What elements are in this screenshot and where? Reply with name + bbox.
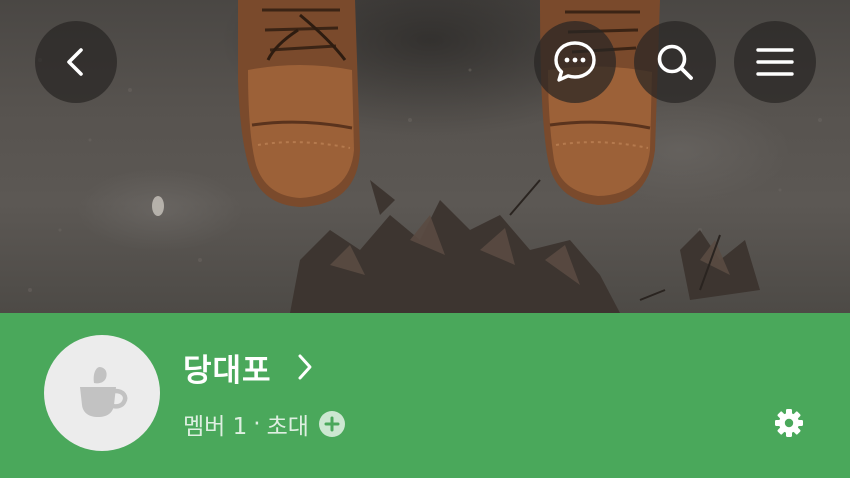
chevron-left-icon xyxy=(67,48,83,76)
chat-bubble-icon xyxy=(554,41,596,82)
group-name: 당대포 xyxy=(183,352,272,389)
member-count[interactable]: 멤버 1 xyxy=(183,407,247,441)
search-icon xyxy=(657,44,693,80)
plus-icon xyxy=(318,411,345,437)
avatar[interactable] xyxy=(44,335,160,451)
hamburger-menu-icon xyxy=(756,48,794,76)
bottom-divider xyxy=(0,478,850,489)
invite-button[interactable]: 초대 xyxy=(267,407,345,441)
back-button[interactable] xyxy=(35,21,117,103)
chat-button[interactable] xyxy=(534,21,616,103)
search-button[interactable] xyxy=(634,21,716,103)
chevron-right-icon xyxy=(296,353,314,381)
menu-button[interactable] xyxy=(734,21,816,103)
coffee-cup-icon xyxy=(80,367,128,417)
gear-icon xyxy=(775,409,803,437)
member-meta: 멤버 1 · 초대 xyxy=(183,406,345,442)
invite-label: 초대 xyxy=(266,414,309,440)
cover-photo xyxy=(0,0,850,313)
profile-band: 당대포 멤버 1 · 초대 xyxy=(0,313,850,478)
group-title-link[interactable]: 당대포 xyxy=(183,347,314,389)
settings-button[interactable] xyxy=(772,406,806,440)
meta-separator: · xyxy=(253,411,261,437)
cover-image xyxy=(28,0,822,313)
